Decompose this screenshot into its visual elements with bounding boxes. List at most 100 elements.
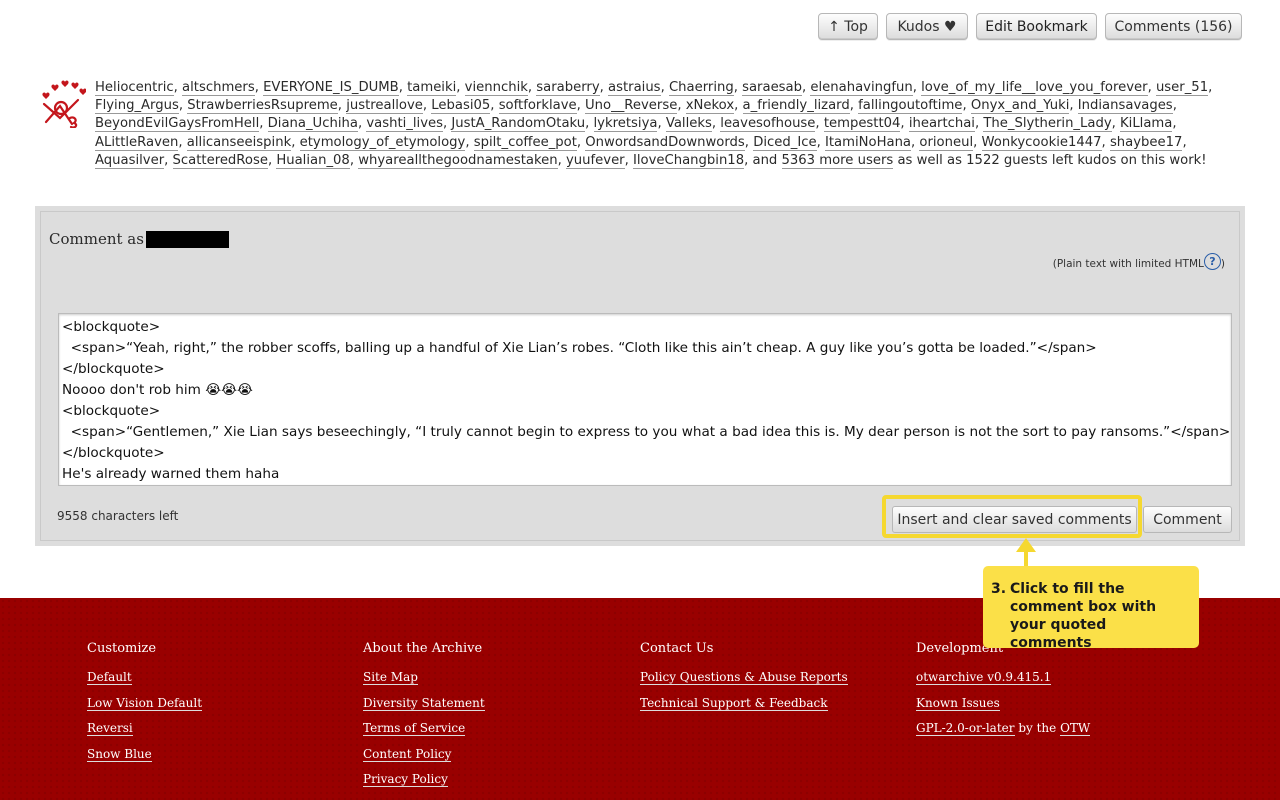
footer-link-diversity[interactable]: Diversity Statement	[363, 695, 485, 711]
kudos-hearts-icon	[42, 80, 86, 128]
kudos-user-link[interactable]: altschmers	[182, 80, 255, 96]
kudos-user-link[interactable]: vashti_lives	[366, 116, 443, 133]
kudos-user-link[interactable]: etymology_of_etymology	[299, 134, 466, 151]
kudos-and: and	[752, 152, 778, 168]
footer-heading-contact: Contact Us	[640, 641, 714, 656]
plain-text-note-label: (Plain text with limited HTML	[1052, 258, 1204, 270]
kudos-user-link[interactable]: softforklave	[498, 98, 577, 115]
kudos-user-link[interactable]: tameiki	[407, 80, 457, 96]
kudos-user-link[interactable]: Uno__Reverse	[585, 98, 678, 115]
kudos-user-link[interactable]: saraberry	[536, 80, 600, 96]
kudos-user-link[interactable]: elenahavingfun	[810, 80, 913, 96]
footer-link-license[interactable]: GPL-2.0-or-later	[916, 721, 1015, 737]
callout-text: Click to fill the comment box with your …	[1010, 581, 1157, 651]
kudos-user-link[interactable]: Onyx_and_Yuki	[970, 98, 1070, 115]
kudos-user-link[interactable]: tempestt04	[823, 116, 901, 133]
kudos-user-link[interactable]: whyareallthegoodnamestaken	[358, 152, 558, 169]
kudos-user-link[interactable]: Lebasi05	[431, 98, 491, 115]
kudos-button[interactable]: Kudos ♥	[886, 13, 968, 40]
footer-development: Development otwarchive v0.9.415.1 Known …	[916, 641, 1091, 747]
footer-heading-about: About the Archive	[363, 641, 483, 656]
plain-text-note: (Plain text with limited HTML ? )	[1052, 252, 1225, 270]
more-users-link[interactable]: 5363 more users	[781, 152, 894, 169]
kudos-user-link[interactable]: Chaerring	[668, 80, 734, 96]
footer-link-privacy[interactable]: Privacy Policy	[363, 772, 448, 788]
kudos-user-link[interactable]: Wonkycookie1447	[981, 134, 1102, 151]
kudos-user-link[interactable]: Valleks	[665, 116, 712, 133]
textarea-line: Noooo don't rob him 😭😭😭	[62, 382, 253, 398]
kudos-user-link[interactable]: user_51	[1155, 80, 1209, 96]
instruction-callout: 3. Click to fill the comment box with yo…	[983, 566, 1199, 651]
kudos-user-link[interactable]: Aquasilver	[95, 152, 165, 169]
footer-license-by: by the	[1018, 721, 1057, 736]
kudos-user-link[interactable]: Hualian_08	[276, 152, 350, 169]
callout-step-number: 3.	[991, 581, 1007, 597]
kudos-user-link[interactable]: BeyondEvilGaysFromHell	[95, 116, 260, 133]
footer-link-policy-questions[interactable]: Policy Questions & Abuse Reports	[640, 670, 848, 685]
kudos-list: Heliocentric, altschmers, EVERYONE_IS_DU…	[95, 79, 1245, 170]
kudos-user-link[interactable]: spilt_coffee_pot	[473, 134, 577, 151]
textarea-line: </blockquote>	[62, 445, 165, 461]
kudos-user-link[interactable]: leavesofhouse	[720, 116, 816, 133]
kudos-user-link[interactable]: Diced_Ice	[753, 134, 817, 151]
work-actions: ↑ Top Kudos ♥ Edit Bookmark Comments (15…	[818, 13, 1242, 40]
textarea-line: <blockquote>	[62, 319, 161, 335]
textarea-line: </blockquote>	[62, 361, 165, 377]
insert-saved-comments-button[interactable]: Insert and clear saved comments	[892, 506, 1137, 533]
comment-as-label: Comment as	[49, 230, 229, 248]
kudos-user-link[interactable]: ItamiNoHana	[824, 134, 912, 151]
footer-link-reversi[interactable]: Reversi	[87, 721, 133, 737]
kudos-user-link[interactable]: viennchik	[464, 80, 528, 96]
kudos-user-link[interactable]: Flying_Argus	[95, 98, 179, 115]
footer-link-content-policy[interactable]: Content Policy	[363, 746, 452, 762]
kudos-user-link[interactable]: iheartchai	[908, 116, 975, 133]
kudos-user-link[interactable]: xNekox	[685, 98, 735, 115]
kudos-user-link[interactable]: lykretsiya	[593, 116, 658, 133]
comment-submit-button[interactable]: Comment	[1143, 506, 1232, 533]
help-icon[interactable]: ?	[1203, 252, 1221, 270]
kudos-user-link[interactable]: a_friendly_lizard	[742, 98, 850, 115]
kudos-user-link[interactable]: IloveChangbin18	[633, 152, 745, 169]
kudos-user-link[interactable]: love_of_my_life__love_you_forever	[921, 80, 1148, 96]
kudos-user-link[interactable]: StrawberriesRsupreme	[187, 98, 338, 115]
textarea-line: <blockquote>	[62, 403, 161, 419]
footer-link-low-vision[interactable]: Low Vision Default	[87, 695, 203, 711]
footer-customize: Customize Default Low Vision Default Rev…	[87, 641, 203, 772]
top-button[interactable]: ↑ Top	[818, 13, 878, 40]
footer-link-default[interactable]: Default	[87, 670, 132, 685]
comment-form: Comment as (Plain text with limited HTML…	[35, 206, 1245, 546]
textarea-line: <span>“Yeah, right,” the robber scoffs, …	[62, 340, 1097, 356]
kudos-user-link[interactable]: saraesab	[742, 80, 803, 96]
kudos-user-link[interactable]: fallingoutoftime	[858, 98, 963, 115]
kudos-guests: as well as 1522 guests left kudos on thi…	[897, 152, 1207, 168]
comments-button[interactable]: Comments (156)	[1105, 13, 1242, 40]
textarea-line: He's already warned them haha	[62, 466, 280, 482]
footer-link-known-issues[interactable]: Known Issues	[916, 695, 1000, 711]
footer-link-tech-support[interactable]: Technical Support & Feedback	[640, 695, 828, 711]
footer-link-tos[interactable]: Terms of Service	[363, 721, 466, 737]
footer-link-snow-blue[interactable]: Snow Blue	[87, 746, 152, 762]
comment-textarea[interactable]: <blockquote> <span>“Yeah, right,” the ro…	[58, 313, 1232, 486]
kudos-user-link[interactable]: The_Slytherin_Lady	[983, 116, 1112, 133]
kudos-user-link[interactable]: Heliocentric	[95, 80, 174, 96]
kudos-user-link[interactable]: EVERYONE_IS_DUMB	[263, 80, 399, 96]
kudos-user-link[interactable]: Diana_Uchiha	[267, 116, 358, 133]
kudos-user-link[interactable]: KiLlama	[1120, 116, 1173, 133]
kudos-user-link[interactable]: OnwordsandDownwords	[585, 134, 745, 151]
kudos-user-link[interactable]: ALittleRaven	[95, 134, 179, 151]
footer-link-version[interactable]: otwarchive v0.9.415.1	[916, 670, 1052, 685]
footer-heading-customize: Customize	[87, 641, 157, 656]
kudos-user-link[interactable]: ScatteredRose	[172, 152, 268, 169]
kudos-user-link[interactable]: allicanseeispink	[186, 134, 292, 151]
kudos-user-link[interactable]: yuufever	[565, 152, 625, 169]
footer-link-otw[interactable]: OTW	[1060, 721, 1091, 737]
kudos-user-link[interactable]: orioneul	[919, 134, 974, 151]
kudos-user-link[interactable]: justreallove	[346, 98, 423, 115]
characters-left: 9558 characters left	[57, 509, 179, 523]
kudos-user-link[interactable]: astraius	[608, 80, 661, 96]
footer-link-site-map[interactable]: Site Map	[363, 670, 418, 685]
kudos-user-link[interactable]: shaybee17	[1109, 134, 1183, 151]
edit-bookmark-button[interactable]: Edit Bookmark	[976, 13, 1097, 40]
kudos-user-link[interactable]: Indiansavages	[1077, 98, 1173, 115]
kudos-user-link[interactable]: JustA_RandomOtaku	[451, 116, 586, 133]
